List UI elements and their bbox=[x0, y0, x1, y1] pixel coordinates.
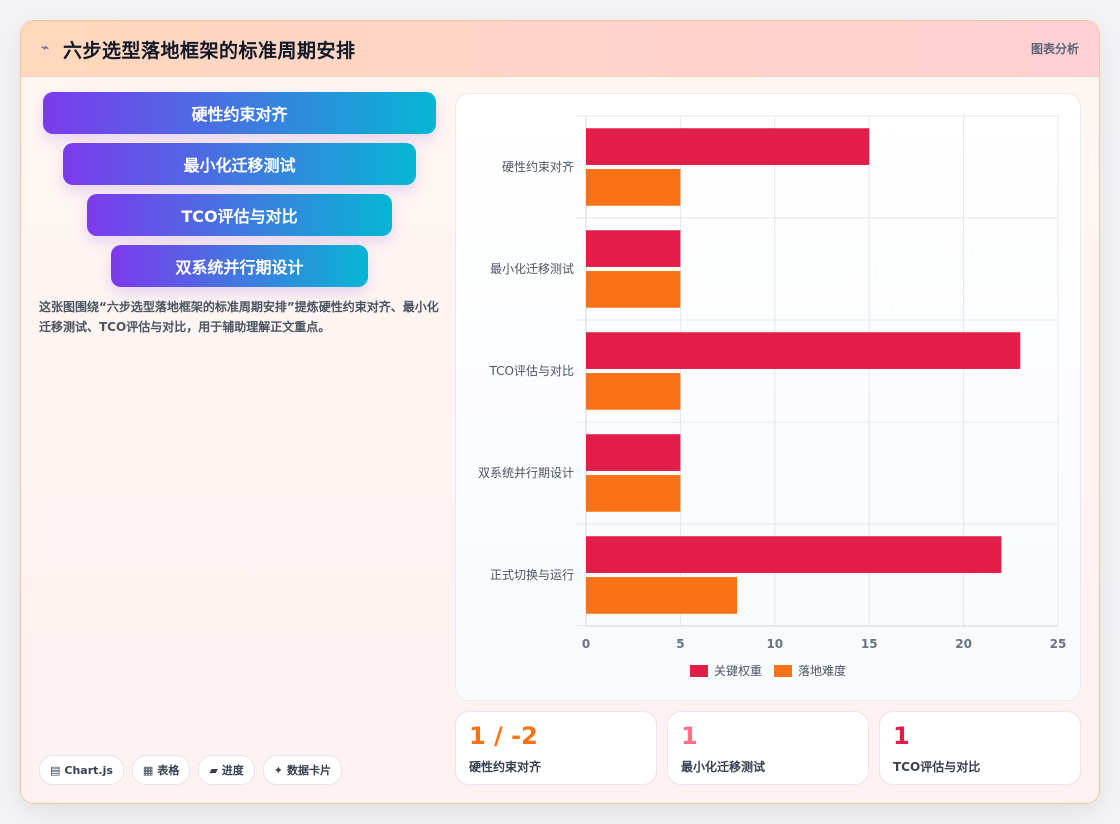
tag-label: Chart.js bbox=[64, 763, 113, 777]
stat-value: 1 / -2 bbox=[469, 722, 538, 750]
bar-chart: 0 5 10 15 20 25 硬性约束对齐最小化迁移测试 TCO评估与对比双系统并行期设计正… bbox=[478, 115, 1067, 651]
sparkle-icon: ✦ bbox=[273, 763, 284, 777]
bar-key-weight bbox=[586, 536, 1002, 573]
stat-label: 硬性约束对齐 bbox=[469, 760, 542, 774]
bar-key-weight bbox=[586, 230, 681, 267]
tag-table[interactable]: ▦ 表格 bbox=[131, 755, 191, 785]
bar-difficulty bbox=[586, 271, 681, 308]
bar-key-weight bbox=[586, 128, 870, 165]
bar-key-weight bbox=[586, 434, 681, 471]
header: ⌁ 六步选型落地框架的标准周期安排 图表分析 bbox=[21, 21, 1099, 77]
tag-label: 表格 bbox=[157, 764, 180, 777]
table-icon: ▦ bbox=[142, 763, 154, 777]
tag-data-card[interactable]: ✦ 数据卡片 bbox=[262, 755, 343, 785]
progress-icon: ▰ bbox=[209, 763, 218, 777]
legend-label: 关键权重 bbox=[713, 664, 762, 678]
bar-difficulty bbox=[586, 577, 738, 614]
chart-panel: 0 5 10 15 20 25 硬性约束对齐最小化迁移测试 TCO评估与对比双系统并行期设计正… bbox=[455, 93, 1081, 701]
funnel-step-4[interactable]: 双系统并行期设计 bbox=[111, 245, 368, 287]
y-tick-label: TCO评估与对比 bbox=[489, 364, 574, 378]
chart-analysis-button[interactable]: 图表分析 bbox=[1031, 40, 1079, 57]
legend-swatch bbox=[689, 664, 708, 677]
bar-difficulty bbox=[586, 373, 681, 410]
stat-card-1: 1 / -2 硬性约束对齐 bbox=[455, 711, 657, 785]
tag-progress[interactable]: ▰ 进度 bbox=[198, 755, 255, 785]
funnel-step-1[interactable]: 硬性约束对齐 bbox=[43, 92, 436, 134]
y-tick-label: 硬性约束对齐 bbox=[502, 159, 574, 174]
bar-key-weight bbox=[586, 332, 1021, 369]
x-tick-label: 10 bbox=[766, 637, 783, 651]
stat-card-3: 1 TCO评估与对比 bbox=[879, 711, 1081, 785]
chart-description: 这张图围绕“六步选型落地框架的标准周期安排”提炼硬性约束对齐、最小化迁移测试、T… bbox=[39, 300, 439, 334]
tag-chartjs[interactable]: ▤ Chart.js bbox=[39, 755, 124, 785]
main-card: ⌁ 六步选型落地框架的标准周期安排 图表分析 硬性约束对齐 最小化迁移测试 TC… bbox=[20, 20, 1100, 804]
chart-line-icon: ⌁ bbox=[41, 40, 50, 56]
x-tick-label: 5 bbox=[676, 637, 684, 651]
y-tick-label: 正式切换与运行 bbox=[490, 568, 574, 582]
chart-legend: 关键权重 落地难度 bbox=[456, 662, 1080, 679]
y-tick-label: 最小化迁移测试 bbox=[490, 261, 574, 276]
funnel-step-3[interactable]: TCO评估与对比 bbox=[87, 194, 392, 236]
legend-item-series-2[interactable]: 落地难度 bbox=[774, 662, 846, 679]
tag-label: 数据卡片 bbox=[287, 764, 332, 777]
y-tick-label: 双系统并行期设计 bbox=[478, 466, 574, 480]
legend-label: 落地难度 bbox=[798, 664, 847, 678]
chart-icon: ▤ bbox=[50, 763, 61, 777]
legend-swatch bbox=[774, 664, 792, 677]
funnel-step-2[interactable]: 最小化迁移测试 bbox=[63, 143, 416, 185]
tag-list: ▤ Chart.js ▦ 表格 ▰ 进度 ✦ 数据卡片 bbox=[39, 755, 343, 785]
x-tick-label: 15 bbox=[861, 637, 878, 651]
stat-label: 最小化迁移测试 bbox=[681, 760, 766, 774]
x-tick-label: 25 bbox=[1050, 637, 1067, 651]
x-tick-label: 0 bbox=[582, 637, 590, 651]
stat-value: 1 bbox=[681, 722, 698, 750]
stat-value: 1 bbox=[893, 722, 910, 750]
page-title: 六步选型落地框架的标准周期安排 bbox=[63, 40, 356, 62]
stat-label: TCO评估与对比 bbox=[893, 760, 981, 774]
bar-difficulty bbox=[586, 475, 681, 512]
tag-label: 进度 bbox=[221, 764, 244, 777]
legend-item-series-1[interactable]: 关键权重 bbox=[689, 662, 762, 679]
x-tick-label: 20 bbox=[955, 637, 972, 651]
stat-card-2: 1 最小化迁移测试 bbox=[667, 711, 869, 785]
bar-difficulty bbox=[586, 169, 681, 206]
